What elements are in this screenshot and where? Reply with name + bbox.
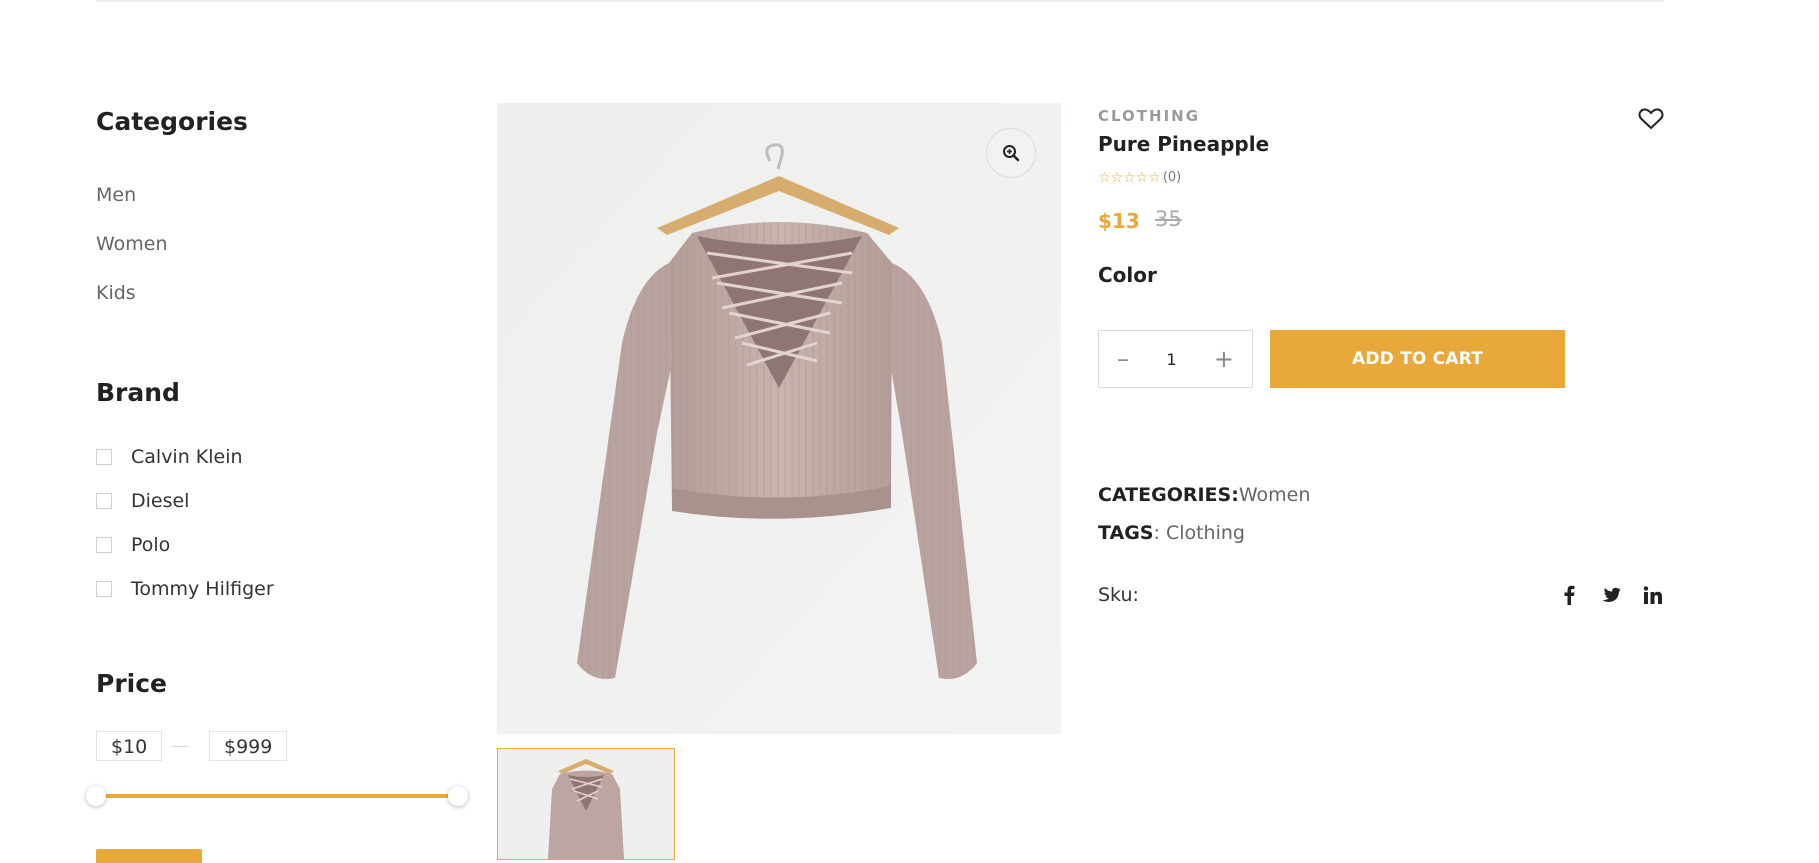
brand-checkbox[interactable]	[96, 537, 112, 553]
category-link-women[interactable]: Women	[96, 233, 168, 255]
sale-price: $13	[1098, 209, 1140, 233]
price-max-input[interactable]: $999	[209, 731, 288, 761]
tag-link[interactable]: Clothing	[1166, 522, 1245, 544]
category-link-men[interactable]: Men	[96, 184, 136, 206]
brand-filter-calvin-klein[interactable]: Calvin Klein	[96, 445, 243, 469]
linkedin-icon	[1643, 586, 1662, 604]
star-icon: ☆	[1098, 169, 1111, 186]
brand-label: Polo	[131, 534, 171, 556]
facebook-icon	[1564, 585, 1575, 605]
product-main-image[interactable]	[497, 103, 1061, 734]
wishlist-button[interactable]	[1638, 108, 1664, 130]
star-icon: ☆	[1135, 169, 1149, 186]
tags-separator: :	[1153, 522, 1166, 544]
brand-label: Calvin Klein	[131, 446, 243, 468]
star-icon: ☆	[1110, 169, 1124, 186]
brand-checkbox[interactable]	[96, 581, 112, 597]
categories-link[interactable]: Women	[1239, 484, 1311, 506]
brand-filter-diesel[interactable]: Diesel	[96, 489, 189, 513]
category-link-kids[interactable]: Kids	[96, 282, 136, 304]
filter-button[interactable]	[96, 849, 202, 863]
product-tags: TAGS: Clothing	[1098, 522, 1245, 544]
quantity-value[interactable]: 1	[1166, 350, 1176, 369]
product-title: Pure Pineapple	[1098, 132, 1270, 156]
price-slider-min-handle[interactable]	[86, 786, 106, 806]
zoom-button[interactable]	[986, 128, 1036, 178]
categories-separator: :	[1231, 484, 1239, 506]
brand-checkbox[interactable]	[96, 493, 112, 509]
product-category[interactable]: CLOTHING	[1098, 107, 1200, 125]
star-icon: ☆	[1123, 169, 1136, 186]
twitter-icon	[1602, 587, 1621, 602]
price-heading: Price	[96, 669, 167, 698]
price-slider-track[interactable]	[96, 794, 458, 798]
brand-filter-tommy-hilfiger[interactable]: Tommy Hilfiger	[96, 577, 274, 601]
social-share	[1558, 584, 1664, 606]
categories-heading: Categories	[96, 107, 248, 136]
brand-heading: Brand	[96, 378, 180, 407]
review-count: (0)	[1162, 170, 1182, 185]
quantity-stepper: – 1 +	[1098, 330, 1253, 388]
star-icon: ☆	[1148, 169, 1161, 186]
zoom-in-icon	[1003, 145, 1020, 162]
brand-label: Diesel	[131, 490, 190, 512]
twitter-share-link[interactable]	[1600, 584, 1622, 606]
sweater-image	[497, 103, 1061, 734]
product-categories: CATEGORIES:Women	[1098, 484, 1310, 506]
brand-checkbox[interactable]	[96, 449, 112, 465]
facebook-share-link[interactable]	[1558, 584, 1580, 606]
sku-label: Sku:	[1098, 584, 1139, 606]
price-slider-max-handle[interactable]	[448, 786, 468, 806]
product-rating: ☆ ☆ ☆ ☆ ☆ (0)	[1098, 170, 1181, 185]
quantity-decrease-button[interactable]: –	[1117, 347, 1129, 371]
price-min-input[interactable]: $10	[96, 731, 163, 761]
price-range-separator	[172, 746, 188, 747]
original-price: 35	[1155, 207, 1182, 231]
color-label: Color	[1098, 263, 1157, 287]
tags-label: TAGS	[1098, 522, 1154, 544]
brand-label: Tommy Hilfiger	[131, 578, 274, 600]
linkedin-share-link[interactable]	[1642, 584, 1664, 606]
thumbnail-sweater-image	[498, 749, 674, 859]
brand-filter-polo[interactable]: Polo	[96, 533, 170, 557]
add-to-cart-button[interactable]: ADD TO CART	[1270, 330, 1565, 388]
categories-label: CATEGORIES	[1098, 484, 1232, 506]
heart-icon	[1638, 108, 1664, 130]
header-divider	[96, 0, 1664, 2]
product-thumbnail[interactable]	[497, 748, 675, 860]
quantity-increase-button[interactable]: +	[1214, 347, 1234, 371]
